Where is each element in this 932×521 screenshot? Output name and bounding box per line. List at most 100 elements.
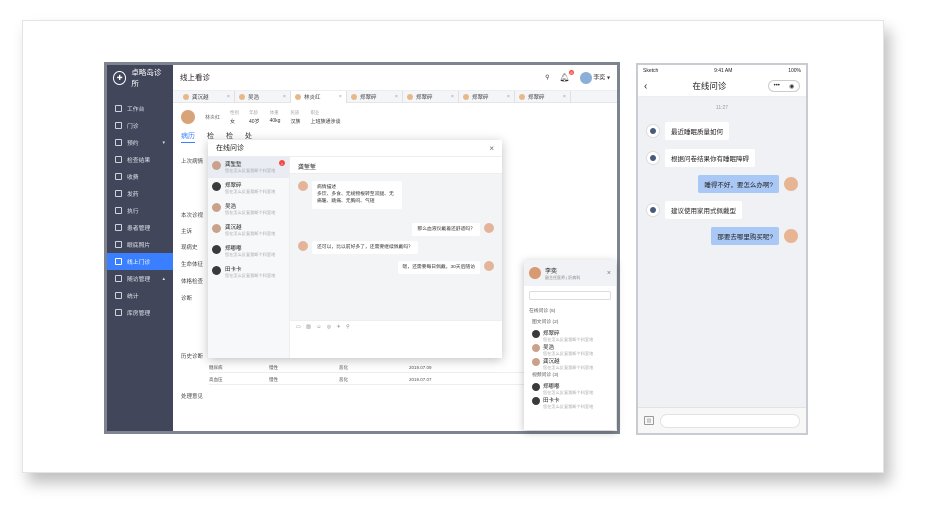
list-item[interactable]: 龚沉越 您在怎么反复我断个科室地 bbox=[208, 220, 289, 241]
tab-patient[interactable]: 郑翠碎 × bbox=[403, 90, 459, 103]
sidebar-item-charge[interactable]: 收费 bbox=[107, 168, 173, 185]
avatar bbox=[298, 181, 308, 191]
message-input[interactable] bbox=[660, 413, 800, 428]
back-icon[interactable]: ‹ bbox=[644, 81, 647, 92]
close-icon[interactable]: × bbox=[395, 94, 398, 100]
list-item[interactable]: 龚堑堑 • 您在怎么反复我断个科室地 bbox=[208, 157, 289, 178]
avatar bbox=[532, 330, 540, 338]
message-bubble: 嗯，还需要每日佩戴，30天后随访 bbox=[397, 261, 480, 275]
avatar bbox=[183, 93, 189, 100]
avatar bbox=[529, 267, 541, 279]
sidebar-item-online[interactable]: 线上门诊 bbox=[107, 253, 173, 270]
bell-icon[interactable]: 🔔︎ 8 bbox=[559, 70, 574, 82]
avatar bbox=[484, 261, 494, 271]
sidebar-item-execute[interactable]: 执行 bbox=[107, 202, 173, 219]
list-item[interactable]: 田卡卡 您在怎么反复我断个科室地 bbox=[524, 394, 616, 409]
patient-info: 林炎红 性别女 年龄 40岁 体重 40kg 民族 汉族 职业 上班族通涉谈 bbox=[173, 103, 617, 131]
list-item[interactable]: 郑翠碎 您在怎么反复我断个科室地 bbox=[208, 178, 289, 199]
doctor-header: 李奕 副主任医师 | 肝病科 × bbox=[524, 260, 616, 286]
battery-level: 100% bbox=[788, 67, 801, 74]
chevron-up-icon: ▴ bbox=[162, 275, 165, 282]
sidebar-item-fundus[interactable]: 眼底照片 bbox=[107, 236, 173, 253]
close-icon[interactable]: × bbox=[283, 94, 286, 100]
followup-icon bbox=[115, 275, 122, 282]
avatar bbox=[463, 93, 469, 100]
list-item[interactable]: 郑嘟嘟 您在怎么反复我断个科室地 bbox=[524, 380, 616, 395]
modal-title: 在线问诊 bbox=[216, 145, 244, 152]
chat-toolbar[interactable]: ▭ ▧ ☺ ◎ ✈ ⚲ bbox=[290, 320, 502, 358]
appointment-icon bbox=[115, 139, 122, 146]
tab-patient[interactable]: 郑翠碎 × bbox=[347, 90, 403, 103]
close-icon[interactable]: × bbox=[489, 144, 494, 153]
avatar bbox=[212, 182, 221, 191]
online-icon bbox=[115, 258, 122, 265]
vital-label: 生命体征 bbox=[181, 262, 204, 268]
tab-patient[interactable]: 郑翠碎 × bbox=[515, 90, 571, 103]
avatar bbox=[212, 203, 221, 212]
search-input[interactable] bbox=[529, 291, 611, 300]
list-item[interactable]: 龚沉越 您在怎么反复我断个科室地 bbox=[524, 355, 616, 370]
tab-patient[interactable]: 龚沉越 × bbox=[179, 90, 235, 103]
message-bubble: 那要去哪里购买呢? bbox=[711, 227, 779, 245]
complaint-label: 主诉 bbox=[181, 229, 193, 235]
list-item[interactable]: 田卡卡 您在怎么反复我断个科室地 bbox=[208, 262, 289, 283]
target-icon[interactable]: ◉ bbox=[789, 83, 794, 90]
patient-field: 民族 汉族 bbox=[290, 109, 301, 125]
avatar bbox=[532, 358, 540, 366]
avatar bbox=[212, 245, 221, 254]
close-icon[interactable]: × bbox=[227, 94, 230, 100]
more-icon[interactable]: ••• bbox=[774, 83, 780, 89]
chat-tools-icons[interactable]: ▭ ▧ ☺ ◎ ✈ ⚲ bbox=[296, 324, 352, 330]
exam-label: 体格检查 bbox=[181, 279, 204, 285]
avatar bbox=[646, 124, 660, 138]
sidebar-item-dispense[interactable]: 发药 bbox=[107, 185, 173, 202]
patient-field: 年龄 40岁 bbox=[249, 109, 260, 125]
close-icon[interactable]: × bbox=[451, 94, 454, 100]
tab-patient[interactable]: 郑翠碎 × bbox=[459, 90, 515, 103]
list-item[interactable]: 郑翠碎 您在怎么反复我断个科室地 bbox=[524, 327, 616, 342]
search-icon[interactable]: ⚲ bbox=[545, 74, 549, 81]
sidebar-item-stats[interactable]: 统计 bbox=[107, 287, 173, 304]
doctor-name: 李奕 bbox=[545, 268, 558, 275]
sidebar-item-patients[interactable]: 患者管理 bbox=[107, 219, 173, 236]
image-icon[interactable]: ▨ bbox=[644, 416, 654, 425]
group-text[interactable]: 图文问诊 (2) bbox=[524, 316, 616, 327]
chat-area: 龚堑堑 病情描述 多饮、多食、无规物根转至双腿、无痛暖、跳痛、无胸闷、气短 那么… bbox=[290, 157, 502, 358]
chevron-down-icon: ▾ bbox=[162, 139, 165, 146]
sidebar-item-followup[interactable]: 随访管理 ▴ bbox=[107, 270, 173, 287]
list-item[interactable]: 吴浩 您在怎么反复我断个科室地 bbox=[208, 199, 289, 220]
user-menu[interactable]: 李奕 ▾ bbox=[579, 71, 610, 84]
close-icon[interactable]: × bbox=[507, 94, 510, 100]
treatment-label: 处理意见 bbox=[181, 394, 204, 400]
close-icon[interactable]: × bbox=[607, 270, 611, 277]
close-icon[interactable]: × bbox=[563, 94, 566, 100]
patient-tabs: 龚沉越 × 吴浩 × 林炎红 × 郑翠碎 × 郑翠碎 × 郑翠碎 × 郑翠碎 × bbox=[173, 90, 617, 103]
pill-icon bbox=[115, 190, 122, 197]
mini-program-capsule[interactable]: ••• ◉ bbox=[768, 80, 800, 92]
present-history-label: 现病史 bbox=[181, 245, 198, 251]
stats-icon bbox=[115, 292, 122, 299]
brand-logo-icon: ✚ bbox=[113, 71, 127, 85]
status-time: 9:41 AM bbox=[714, 67, 733, 74]
avatar bbox=[351, 93, 357, 100]
sidebar-item-outpatient[interactable]: 门诊 bbox=[107, 117, 173, 134]
message-row: 睡得不好，要怎么办啊? bbox=[698, 175, 798, 193]
avatar bbox=[532, 344, 540, 352]
sidebar-item-results[interactable]: 检查结果 bbox=[107, 151, 173, 168]
group-online[interactable]: 在线问诊 (5) bbox=[524, 305, 616, 316]
modal-header: 在线问诊 × bbox=[208, 140, 502, 157]
avatar bbox=[212, 266, 221, 275]
tab-patient[interactable]: 林炎红 × bbox=[291, 90, 347, 103]
sidebar-item-workbench[interactable]: 工作台 bbox=[107, 100, 173, 117]
user-name: 李奕 bbox=[593, 75, 606, 82]
tab-record[interactable]: 病历 bbox=[181, 131, 195, 143]
input-bar: ▨ bbox=[638, 407, 806, 433]
list-item[interactable]: 吴浩 您在怎么反复我断个科室地 bbox=[524, 341, 616, 356]
sidebar-item-appointment[interactable]: 预约 ▾ bbox=[107, 134, 173, 151]
avatar bbox=[784, 177, 798, 191]
list-item[interactable]: 郑嘟嘟 您在怎么反复我断个科室地 bbox=[208, 241, 289, 262]
close-icon[interactable]: × bbox=[339, 94, 342, 100]
avatar bbox=[532, 383, 540, 391]
tab-patient[interactable]: 吴浩 × bbox=[235, 90, 291, 103]
sidebar-item-warehouse[interactable]: 库房管理 bbox=[107, 304, 173, 321]
